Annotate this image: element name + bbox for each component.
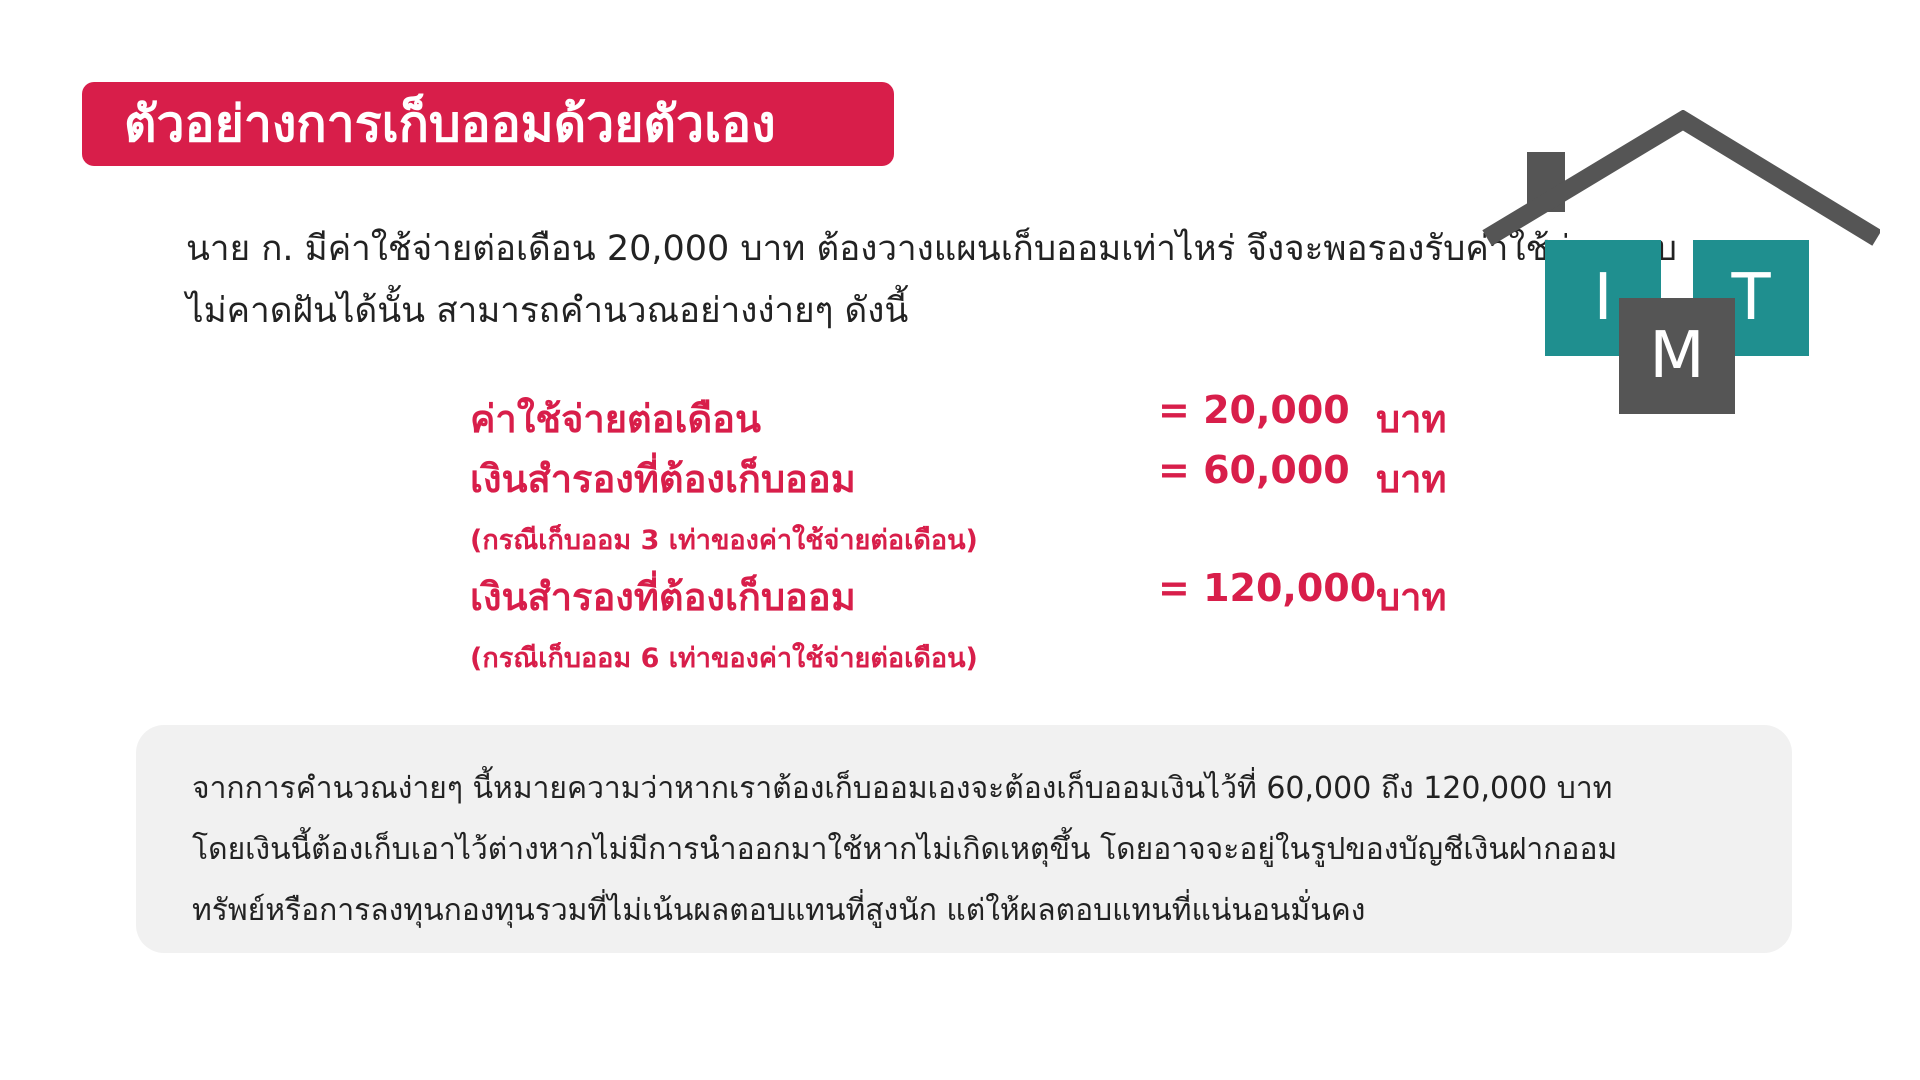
calc-label: ค่าใช้จ่ายต่อเดือน xyxy=(470,397,761,441)
calc-label: เงินสำรองที่ต้องเก็บออม xyxy=(470,457,856,501)
calc-note-3x: (กรณีเก็บออม 3 เท่าของค่าใช้จ่ายต่อเดือน… xyxy=(470,525,978,556)
summary-box: จากการคำนวณง่ายๆ นี้หมายความว่าหากเราต้อ… xyxy=(136,725,1792,953)
calc-unit: บาท xyxy=(1376,457,1447,501)
title-banner: ตัวอย่างการเก็บออมด้วยตัวเอง xyxy=(82,82,894,166)
calc-note-6x: (กรณีเก็บออม 6 เท่าของค่าใช้จ่ายต่อเดือน… xyxy=(470,643,978,674)
logo-tile-m: M xyxy=(1619,298,1735,414)
calc-value: = 20,000 xyxy=(1158,388,1350,432)
calc-unit: บาท xyxy=(1376,575,1447,619)
summary-line-2: โดยเงินนี้ต้องเก็บเอาไว้ต่างหากไม่มีการน… xyxy=(192,832,1618,867)
calc-value: = 60,000 xyxy=(1158,448,1350,492)
summary-line-1: จากการคำนวณง่ายๆ นี้หมายความว่าหากเราต้อ… xyxy=(192,771,1613,806)
calc-unit: บาท xyxy=(1376,397,1447,441)
house-roof-icon xyxy=(1482,110,1880,246)
summary-line-3: ทรัพย์หรือการลงทุนกองทุนรวมที่ไม่เน้นผลต… xyxy=(192,893,1366,928)
calc-value: = 120,000 xyxy=(1158,566,1377,610)
calc-label: เงินสำรองที่ต้องเก็บออม xyxy=(470,575,856,619)
page-title: ตัวอย่างการเก็บออมด้วยตัวเอง xyxy=(124,94,776,153)
imt-logo: I T M xyxy=(1475,110,1880,420)
